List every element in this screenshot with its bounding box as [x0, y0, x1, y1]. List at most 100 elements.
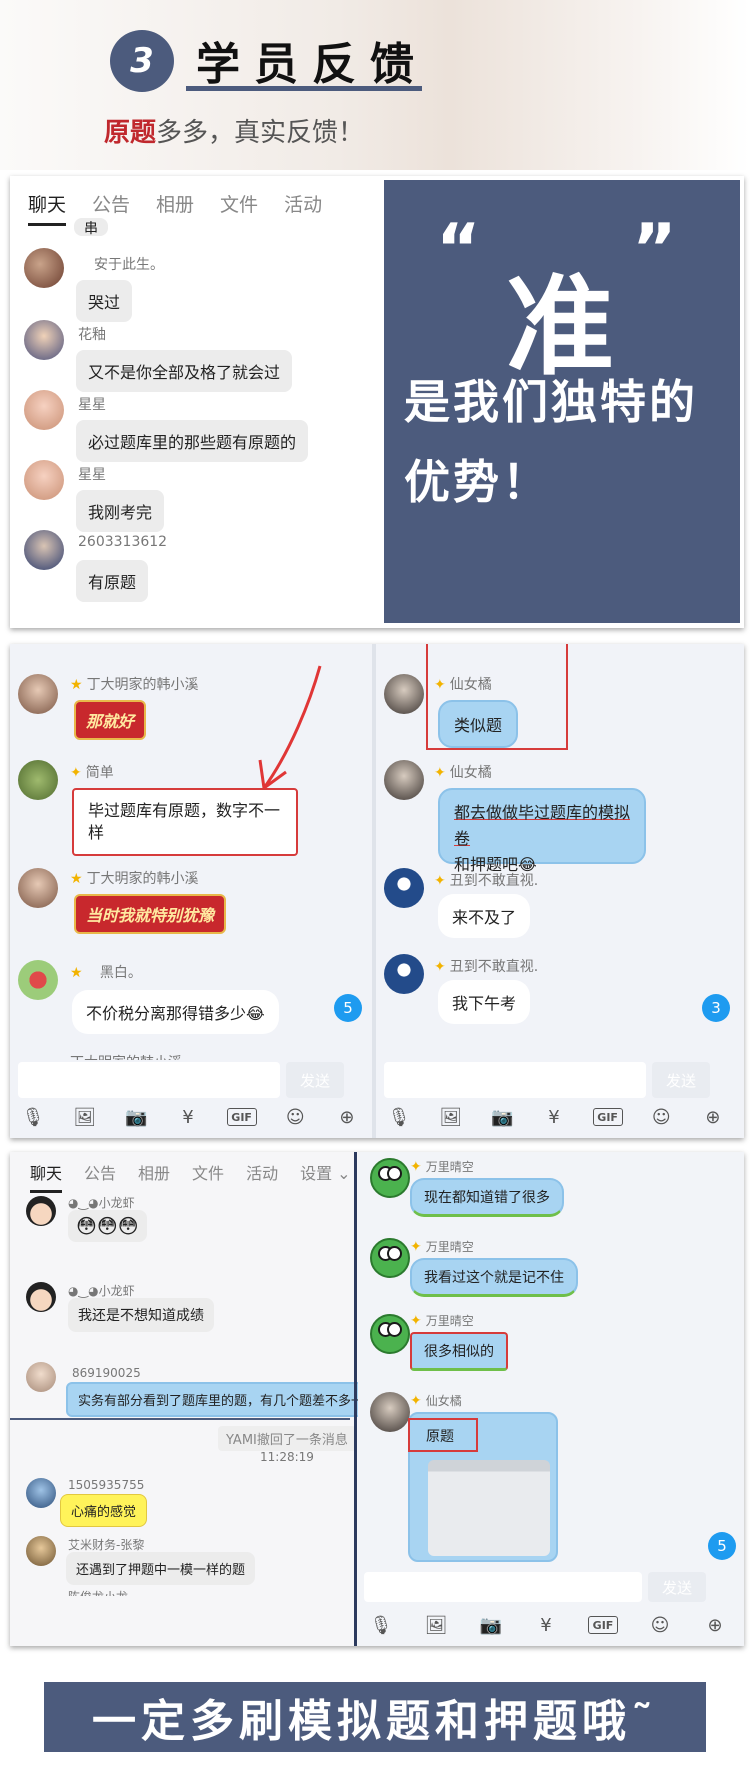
gif-icon[interactable]: GIF — [226, 1108, 257, 1126]
new-message-count[interactable]: 5 — [334, 994, 362, 1022]
avatar — [24, 530, 64, 570]
message-text: 都去做做毕过题库的模拟卷 — [454, 803, 631, 848]
sender-name: ✦ 仙女橘 — [434, 762, 492, 782]
sender-name-text: 仙女橘 — [449, 677, 492, 693]
star-icon: ✦ — [434, 959, 446, 975]
image-icon[interactable]: 🖼 — [72, 1104, 98, 1130]
tab-files[interactable]: 文件 — [220, 190, 258, 226]
subtitle-rest: 多多，真实反馈！ — [156, 118, 365, 148]
sender-name: ✦ 万里晴空 — [410, 1158, 474, 1175]
sender-name: ✦ 万里晴空 — [410, 1238, 474, 1255]
sender-name: 艾米财务-张黎 — [68, 1538, 145, 1552]
avatar — [18, 760, 58, 800]
avatar — [26, 1478, 56, 1508]
avatar — [26, 1362, 56, 1392]
promo-box: “ 准 ” 是我们独特的 优势！ — [384, 180, 740, 623]
message-bubble: 我还是不想知道成绩 — [68, 1298, 214, 1332]
sender-name: ✦ 仙女橘 — [434, 674, 492, 694]
sender-name: ✦ 简单 — [70, 762, 114, 782]
message-input[interactable] — [364, 1572, 642, 1602]
message-bubble: 都去做做毕过题库的模拟卷 和押题吧😂 — [438, 788, 646, 874]
tab-notice[interactable]: 公告 — [84, 1160, 116, 1193]
camera-icon[interactable]: 📷 — [478, 1612, 504, 1638]
sender-name: ✦ 丑到不敢直视. — [434, 870, 538, 890]
avatar — [384, 760, 424, 800]
message-bubble: 不价税分离那得错多少😂 — [72, 990, 279, 1034]
cut-sender-name: 陈俊龙小龙 — [68, 1588, 128, 1596]
redpacket-icon[interactable]: ¥ — [175, 1104, 201, 1130]
tab-chat[interactable]: 聊天 — [28, 190, 67, 226]
emoji-icon[interactable]: ☺ — [648, 1104, 674, 1130]
sender-name: ✦ 丑到不敢直视. — [434, 956, 538, 976]
avatar — [18, 960, 58, 1000]
sender-name-text: 简单 — [85, 765, 114, 781]
plus-icon[interactable]: ⊕ — [334, 1104, 360, 1130]
chat-right: ✦ 仙女橘 类似题 ✦ 仙女橘 都去做做毕过题库的模拟卷 和押题吧😂 ✦ 丑到不敢直视… — [376, 644, 744, 1138]
sender-name-text: 万里晴空 — [425, 1160, 474, 1174]
send-button[interactable]: 发送 — [648, 1572, 706, 1602]
new-message-count[interactable]: 3 — [702, 994, 730, 1022]
chat-right: ✦ 万里晴空 现在都知道错了很多 ✦ 万里晴空 我看过这个就是记不住 ✦ 万里晴空 很… — [358, 1152, 744, 1646]
avatar — [384, 868, 424, 908]
input-toolbar: 🎙 🖼 📷 ¥ GIF ☺ ⊕ — [368, 1610, 728, 1640]
emoji-icon[interactable]: ☺ — [647, 1612, 673, 1638]
tab-settings[interactable]: 设置 ⌄ — [300, 1160, 351, 1193]
plus-icon[interactable]: ⊕ — [700, 1104, 726, 1130]
sender-name-text: 万里晴空 — [425, 1314, 474, 1328]
plus-icon[interactable]: ⊕ — [702, 1612, 728, 1638]
new-message-count[interactable]: 5 — [708, 1532, 736, 1560]
message-bubble: 来不及了 — [438, 894, 531, 938]
send-button[interactable]: 发送 — [652, 1062, 710, 1098]
gif-icon[interactable]: GIF — [588, 1616, 618, 1634]
bottom-banner: 一定多刷模拟题和押题哦˜ — [44, 1682, 706, 1752]
mic-icon[interactable]: 🎙 — [20, 1104, 46, 1130]
subtitle-highlight: 原题 — [104, 118, 157, 148]
chat-screenshot-3: 聊天 公告 相册 文件 活动 设置 ⌄ ◕‿◕小龙虾 😳😳😳 ◕‿◕小龙虾 我还… — [10, 1152, 744, 1646]
sender-name: 1505935755 — [68, 1478, 145, 1492]
sender-name: 安于此生。 — [94, 257, 164, 273]
image-icon[interactable]: 🖼 — [423, 1612, 449, 1638]
star-icon: ✦ — [70, 765, 82, 781]
frog-avatar — [370, 1158, 410, 1198]
image-icon[interactable]: 🖼 — [438, 1104, 464, 1130]
gif-icon[interactable]: GIF — [592, 1108, 623, 1126]
tab-activity[interactable]: 活动 — [246, 1160, 278, 1193]
mic-icon[interactable]: 🎙 — [368, 1612, 394, 1638]
mic-icon[interactable]: 🎙 — [386, 1104, 412, 1130]
sender-name: ◕‿◕小龙虾 — [68, 1284, 135, 1298]
title-underline — [186, 86, 422, 91]
timestamp: 11:28:19 — [260, 1450, 314, 1464]
camera-icon[interactable]: 📷 — [123, 1104, 149, 1130]
message-bubble: 很多相似的 — [410, 1332, 508, 1371]
redpacket-icon[interactable]: ¥ — [533, 1612, 559, 1638]
document-thumbnail — [428, 1460, 550, 1556]
sticker-message: 当时我就特别犹豫 — [74, 894, 227, 934]
star-icon: ✦ — [434, 873, 446, 889]
emoji-icon[interactable]: ☺ — [282, 1104, 308, 1130]
tab-album[interactable]: 相册 — [156, 190, 194, 226]
tab-files[interactable]: 文件 — [192, 1160, 224, 1193]
cut-sender-name: 丁大明家的韩小溪 — [70, 1052, 182, 1060]
section-subtitle: 原题多多，真实反馈！ — [104, 112, 364, 149]
open-quote: “ — [436, 210, 481, 289]
send-button[interactable]: 发送 — [286, 1062, 344, 1098]
sender-name: ◕‿◕小龙虾 — [68, 1196, 135, 1210]
message-input[interactable] — [384, 1062, 646, 1098]
divider-line — [10, 1418, 350, 1420]
tab-chat[interactable]: 聊天 — [30, 1160, 63, 1193]
tab-activity[interactable]: 活动 — [284, 190, 322, 226]
redpacket-icon[interactable]: ¥ — [541, 1104, 567, 1130]
sticker-message: 那就好 — [74, 700, 147, 740]
tab-album[interactable]: 相册 — [138, 1160, 170, 1193]
message-bubble: 我下午考 — [438, 980, 531, 1024]
section-title: 学员反馈 — [196, 39, 428, 90]
sender-name: ✦ 万里晴空 — [410, 1312, 474, 1329]
message-input[interactable] — [18, 1062, 280, 1098]
camera-icon[interactable]: 📷 — [489, 1104, 515, 1130]
recall-notice: YAMI撤回了一条消息 — [218, 1426, 356, 1451]
sender-name-text: 丁大明家的韩小溪 — [86, 871, 199, 887]
panel-divider — [354, 1152, 357, 1646]
frog-avatar — [370, 1238, 410, 1278]
sender-name-text: 万里晴空 — [425, 1240, 474, 1254]
star-icon: ✦ — [410, 1239, 422, 1255]
